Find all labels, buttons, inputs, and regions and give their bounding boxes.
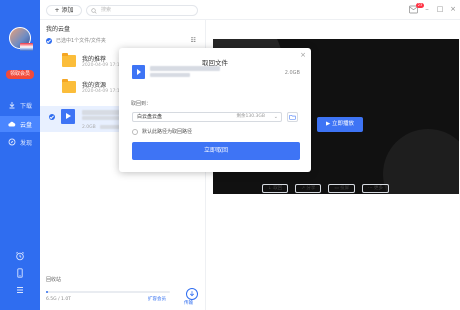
cast-button[interactable]: ▭ 投屏 — [328, 184, 356, 193]
retrieve-now-button[interactable]: 立即取回 — [132, 142, 300, 160]
cloud-icon — [8, 121, 16, 127]
maximize-icon[interactable]: □ — [436, 5, 444, 13]
blurred-file-name — [150, 73, 190, 77]
play-label: 立即播放 — [331, 121, 354, 127]
discover-icon — [8, 138, 16, 146]
search-placeholder: 搜索 — [101, 7, 112, 13]
save-path-value: 白云盘云盘 — [137, 114, 163, 120]
default-path-label: 默认此路径为取回路径 — [142, 129, 193, 135]
minimize-icon[interactable]: – — [423, 5, 431, 13]
file-name: 我的资源 — [82, 82, 107, 89]
expand-link[interactable]: 扩容会员 — [148, 296, 166, 302]
sidebar-item-discover[interactable]: 发现 — [0, 134, 40, 150]
blurred-file-name — [150, 66, 220, 71]
folder-icon — [62, 53, 76, 67]
file-date: 2020-04-09 17:11 — [82, 89, 123, 94]
phone-icon[interactable] — [15, 268, 25, 278]
page-title: 我的云盘 — [46, 26, 71, 33]
action-bar: ↓ 取回 ↗ 分享 ▭ 投屏 ··· 更多 — [262, 184, 389, 193]
file-name: 我的推荐 — [82, 56, 107, 63]
storage-bar — [46, 291, 170, 293]
retrieve-button[interactable]: ↓ 取回 — [262, 184, 289, 193]
default-path-option[interactable]: 默认此路径为取回路径 — [132, 128, 192, 135]
storage-text: 6.5G / 1.0T — [46, 297, 71, 302]
file-size: 2.0GB — [284, 70, 300, 76]
free-space: 剩余130.3GB — [236, 114, 265, 119]
share-button[interactable]: ↗ 分享 — [295, 184, 322, 193]
transfer-label[interactable]: 传输 — [184, 300, 193, 306]
file-size: 2.0GB — [82, 125, 96, 130]
save-to-label: 取回到： — [131, 101, 152, 107]
folder-icon — [62, 79, 76, 93]
more-button[interactable]: ··· 更多 — [362, 184, 389, 193]
retrieve-dialog: 取回文件 × 2.0GB 取回到： 白云盘云盘 剩余130.3GB ⌄ 默认此路… — [119, 48, 311, 172]
save-path-field[interactable]: 白云盘云盘 剩余130.3GB ⌄ — [132, 112, 282, 122]
share-label: 分享 — [306, 186, 316, 191]
video-file-icon — [61, 109, 75, 124]
more-label: 更多 — [373, 186, 383, 191]
vip-badge[interactable]: 领取会员 — [6, 70, 34, 79]
search-icon — [91, 8, 97, 14]
file-date: 2020-04-09 17:11 — [82, 63, 123, 68]
sidebar-item-cloud[interactable]: 云盘 — [0, 116, 40, 132]
selection-status-text: 已选中1个文件/文件夹 — [56, 38, 106, 44]
cast-label: 投屏 — [340, 186, 350, 191]
sidebar-item-label: 发现 — [20, 139, 33, 147]
recycle-bin-link[interactable]: 回收站 — [46, 276, 61, 283]
selected-check-icon[interactable] — [49, 114, 55, 120]
selected-check-icon[interactable] — [46, 37, 52, 44]
alarm-clock-icon[interactable] — [15, 251, 25, 261]
transfer-icon[interactable] — [186, 288, 198, 300]
flag-icon — [20, 43, 33, 51]
chevron-down-icon[interactable]: ⌄ — [274, 113, 278, 121]
close-icon[interactable]: × — [300, 51, 306, 59]
decorative-circle — [383, 129, 459, 194]
sidebar: 领取会员 下载 云盘 发现 — [0, 0, 40, 310]
close-icon[interactable]: × — [449, 5, 457, 13]
download-icon — [9, 102, 15, 109]
checkbox[interactable] — [132, 128, 138, 135]
video-file-icon — [132, 65, 145, 79]
sidebar-item-label: 下载 — [20, 102, 33, 110]
menu-icon[interactable] — [15, 285, 25, 295]
grid-view-icon[interactable]: ☷ — [191, 37, 196, 44]
top-bar: + 添加 搜索 23 – □ × — [40, 0, 460, 20]
add-button-label: 添加 — [61, 7, 74, 14]
storage-bar-fill — [46, 291, 49, 293]
search-input[interactable]: 搜索 — [86, 5, 198, 16]
add-button[interactable]: + 添加 — [46, 5, 82, 16]
play-now-button[interactable]: ▶ 立即播放 — [317, 117, 363, 132]
retrieve-label: 取回 — [273, 186, 283, 191]
blurred-file-name — [82, 116, 122, 120]
selection-status: 已选中1个文件/文件夹 ☷ — [46, 35, 202, 46]
sidebar-item-label: 云盘 — [20, 121, 33, 129]
folder-open-icon[interactable] — [287, 112, 298, 122]
sidebar-item-download[interactable]: 下载 — [0, 97, 40, 113]
